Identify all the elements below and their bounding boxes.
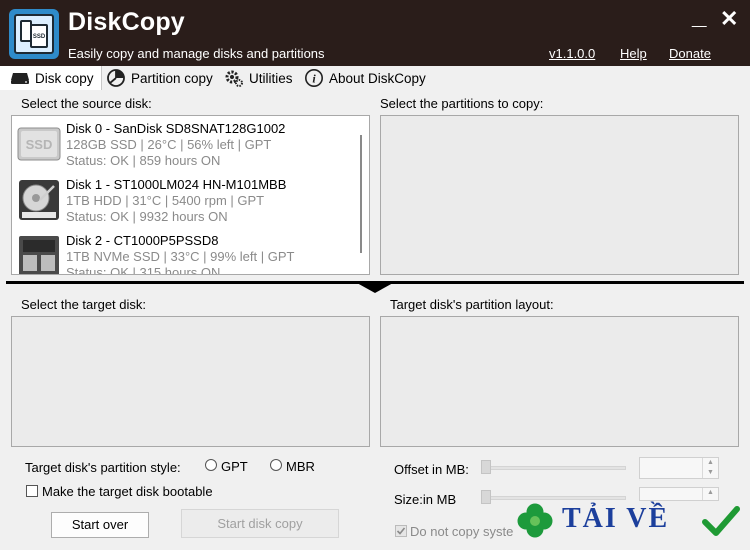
tab-label: About DiskCopy [329,70,426,86]
target-disk-list[interactable] [11,316,370,447]
close-button[interactable]: ✕ [720,4,738,34]
app-subtitle: Easily copy and manage disks and partiti… [68,46,325,61]
offset-label: Offset in MB: [394,462,469,477]
mbr-radio[interactable] [270,459,282,471]
svg-text:i: i [312,72,316,86]
spin-up-icon[interactable]: ▲ [703,488,718,498]
ssd-icon: SSD [17,127,61,161]
disk-info: 1TB NVMe SSD | 33°C | 99% left | GPT [66,249,295,264]
partition-style-label: Target disk's partition style: [25,460,181,475]
size-label: Size:in MB [394,492,457,507]
disk-status: Status: OK | 859 hours ON [66,153,221,168]
disk-list-item[interactable]: Disk 1 - ST1000LM024 HN-M101MBB 1TB HDD … [12,172,354,228]
start-over-button[interactable]: Start over [51,512,149,538]
tab-disk-copy[interactable]: Disk copy [0,66,102,90]
partition-list[interactable] [380,115,739,275]
bootable-checkbox[interactable] [26,485,38,497]
source-disk-list[interactable]: SSD Disk 0 - SanDisk SD8SNAT128G1002 128… [11,115,370,275]
mbr-label[interactable]: MBR [286,459,315,474]
offset-spinbox[interactable]: ▲ ▼ [639,457,719,479]
spin-up-icon[interactable]: ▲ [703,458,718,468]
start-disk-copy-button[interactable]: Start disk copy [181,509,339,538]
partition-pie-icon [107,69,125,87]
tab-label: Partition copy [131,70,213,86]
size-spinbox[interactable]: ▲ [639,487,719,501]
spin-down-icon[interactable]: ▼ [703,468,718,478]
title-bar: SSD DiskCopy Easily copy and manage disk… [0,0,750,66]
gears-icon [225,70,243,87]
disk-name: Disk 2 - CT1000P5PSSD8 [66,233,219,248]
no-copy-system-checkbox[interactable] [395,525,407,537]
tab-bar: Disk copy Partition copy Utilities i Abo… [0,66,750,90]
watermark-text: TẢI VỀ [562,503,670,534]
tab-label: Disk copy [35,70,94,86]
arrow-down-icon [357,283,393,293]
hard-drive-icon [11,73,29,84]
disk-status: Status: OK | 9932 hours ON [66,209,228,224]
tab-about[interactable]: i About DiskCopy [304,66,432,90]
hdd-icon [19,180,59,220]
minimize-button[interactable]: _ [692,0,706,30]
offset-slider[interactable] [482,466,626,470]
disk-status: Status: OK | 315 hours ON [66,265,221,275]
info-icon: i [305,69,323,87]
tab-utilities[interactable]: Utilities [224,66,300,90]
gpt-label[interactable]: GPT [221,459,248,474]
donate-link[interactable]: Donate [669,46,711,61]
watermark: TẢI VỀ [516,500,744,544]
disk-name: Disk 1 - ST1000LM024 HN-M101MBB [66,177,287,192]
source-disk-label: Select the source disk: [21,96,152,111]
disk-copy-page: Select the source disk: Select the parti… [0,90,750,550]
scrollbar-thumb[interactable] [360,135,362,253]
checkmark-icon [702,506,740,536]
disk-name: Disk 0 - SanDisk SD8SNAT128G1002 [66,121,286,136]
version-link[interactable]: v1.1.0.0 [549,46,595,61]
help-link[interactable]: Help [620,46,647,61]
disk-list-item[interactable]: Disk 2 - CT1000P5PSSD8 1TB NVMe SSD | 33… [12,228,354,275]
disk-info: 1TB HDD | 31°C | 5400 rpm | GPT [66,193,265,208]
no-copy-system-label: Do not copy syste [410,524,514,539]
partitions-label: Select the partitions to copy: [380,96,544,111]
svg-text:SSD: SSD [26,137,53,152]
disk-list-item[interactable]: SSD Disk 0 - SanDisk SD8SNAT128G1002 128… [12,116,354,172]
disk-info: 128GB SSD | 26°C | 56% left | GPT [66,137,272,152]
tab-partition-copy[interactable]: Partition copy [104,66,218,90]
bootable-label[interactable]: Make the target disk bootable [42,484,213,499]
tab-label: Utilities [249,70,293,86]
target-layout-view [380,316,739,447]
diskcopy-logo-icon: SSD [9,9,59,59]
source-list-scrollbar[interactable] [354,117,368,273]
app-title: DiskCopy [68,8,185,36]
offset-slider-thumb[interactable] [481,460,491,474]
nvme-icon [19,236,59,274]
size-slider-thumb[interactable] [481,490,491,504]
target-layout-label: Target disk's partition layout: [390,297,554,312]
target-disk-label: Select the target disk: [21,297,147,312]
clover-icon [517,503,553,538]
gpt-radio[interactable] [205,459,217,471]
